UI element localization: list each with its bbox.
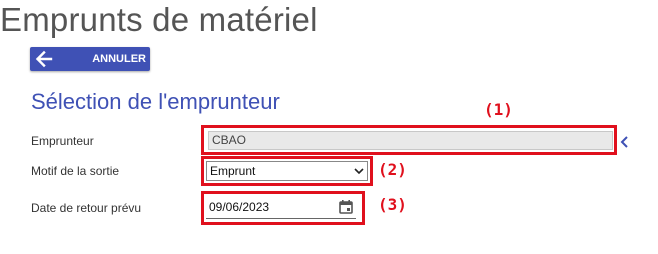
annotation-number-2: (2): [378, 160, 407, 179]
return-date-input[interactable]: 09/06/2023: [206, 196, 356, 218]
chevron-left-icon[interactable]: [618, 134, 632, 150]
borrower-field[interactable]: CBAO: [208, 131, 613, 150]
chevron-down-icon: [354, 168, 364, 175]
cancel-button-label: ANNULER: [92, 53, 146, 65]
arrow-left-icon: [35, 50, 53, 68]
return-date-label: Date de retour prévu: [31, 201, 142, 215]
section-title: Sélection de l'emprunteur: [31, 89, 280, 114]
borrower-label: Emprunteur: [31, 134, 94, 148]
page-title: Emprunts de matériel: [0, 1, 318, 38]
cancel-button[interactable]: ANNULER: [30, 47, 150, 71]
annotation-number-1: (1): [484, 100, 513, 119]
reason-select-value: Emprunt: [210, 164, 256, 178]
calendar-icon[interactable]: [338, 199, 354, 215]
reason-select[interactable]: Emprunt: [206, 161, 368, 181]
reason-label: Motif de la sortie: [31, 164, 120, 178]
annotation-number-3: (3): [378, 195, 407, 214]
return-date-underline: [206, 218, 356, 219]
return-date-value: 09/06/2023: [209, 200, 270, 214]
